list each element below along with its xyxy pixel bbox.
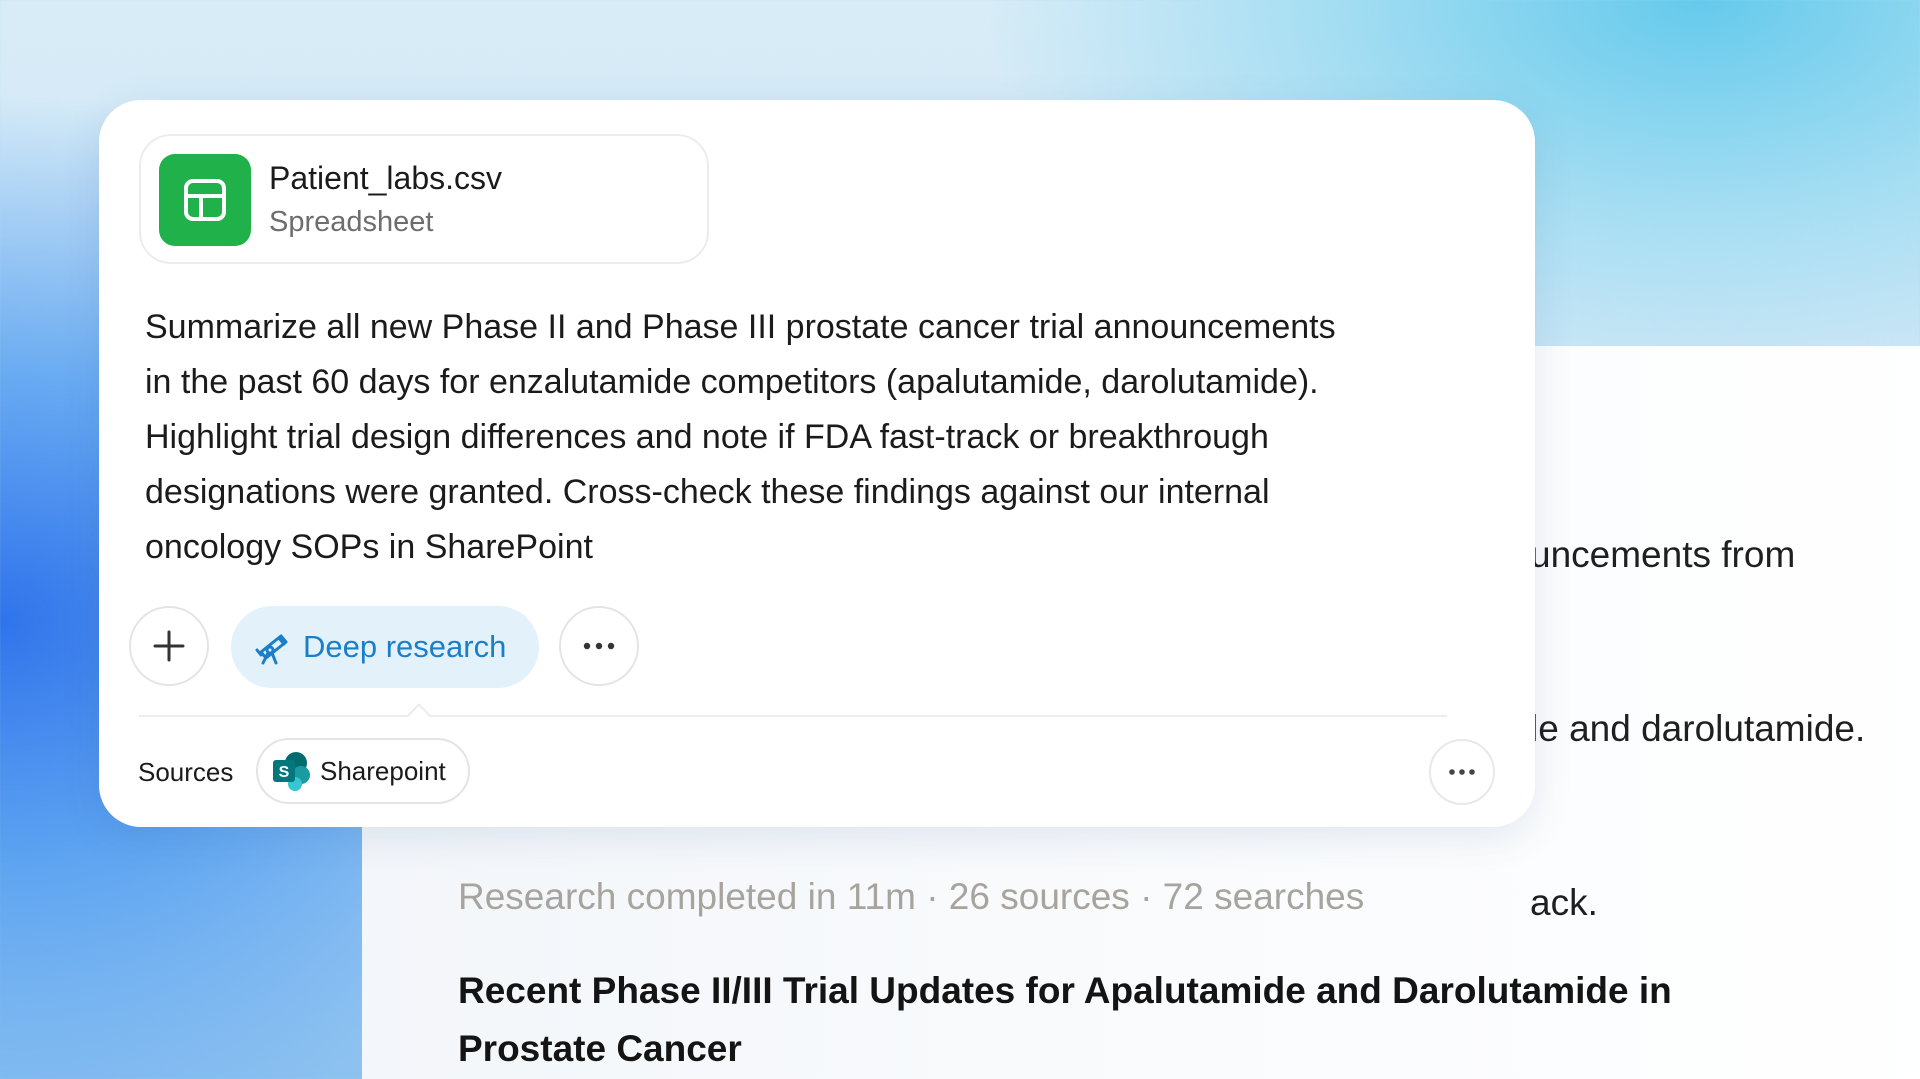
sources-more-button[interactable] xyxy=(1429,739,1495,805)
add-button[interactable] xyxy=(129,606,209,686)
more-options-button[interactable] xyxy=(559,606,639,686)
plus-icon xyxy=(153,630,185,662)
prompt-line-3: Highlight trial design differences and n… xyxy=(145,418,1269,456)
prompt-composer-card: Patient_labs.csv Spreadsheet Summarize a… xyxy=(99,100,1535,827)
source-chip-sharepoint[interactable]: S Sharepoint xyxy=(256,738,470,804)
spreadsheet-icon xyxy=(159,154,251,246)
divider-caret xyxy=(406,703,432,729)
sharepoint-icon: S xyxy=(270,750,312,792)
divider xyxy=(139,715,1447,717)
partial-line-3: ack. xyxy=(1530,882,1598,923)
prompt-line-2: in the past 60 days for enzalutamide com… xyxy=(145,363,1319,401)
research-report-title: Recent Phase II/III Trial Updates for Ap… xyxy=(458,970,1672,1069)
partial-line-2: le and darolutamide. xyxy=(1530,708,1866,749)
prompt-text[interactable]: Summarize all new Phase II and Phase III… xyxy=(145,300,1515,575)
attachment-chip[interactable]: Patient_labs.csv Spreadsheet xyxy=(139,134,709,264)
prompt-line-1: Summarize all new Phase II and Phase III… xyxy=(145,308,1336,346)
deep-research-label: Deep research xyxy=(303,629,507,664)
attachment-name: Patient_labs.csv xyxy=(269,160,503,196)
prompt-line-4: designations were granted. Cross-check t… xyxy=(145,473,1270,511)
research-status: Research completed in 11m · 26 sources ·… xyxy=(458,876,1365,917)
prompt-line-5: oncology SOPs in SharePoint xyxy=(145,528,593,566)
svg-text:S: S xyxy=(279,764,290,781)
more-horizontal-icon xyxy=(583,642,615,650)
deep-research-button[interactable]: Deep research xyxy=(231,606,539,688)
attachment-type: Spreadsheet xyxy=(269,206,434,238)
source-chip-label: Sharepoint xyxy=(320,755,446,786)
more-horizontal-icon xyxy=(1449,769,1475,775)
sources-label: Sources xyxy=(138,757,234,787)
telescope-icon xyxy=(253,628,291,666)
partial-line-1: uncements from xyxy=(1530,534,1796,575)
partial-response-text: uncements from le and darolutamide. ack. xyxy=(1530,410,1865,990)
